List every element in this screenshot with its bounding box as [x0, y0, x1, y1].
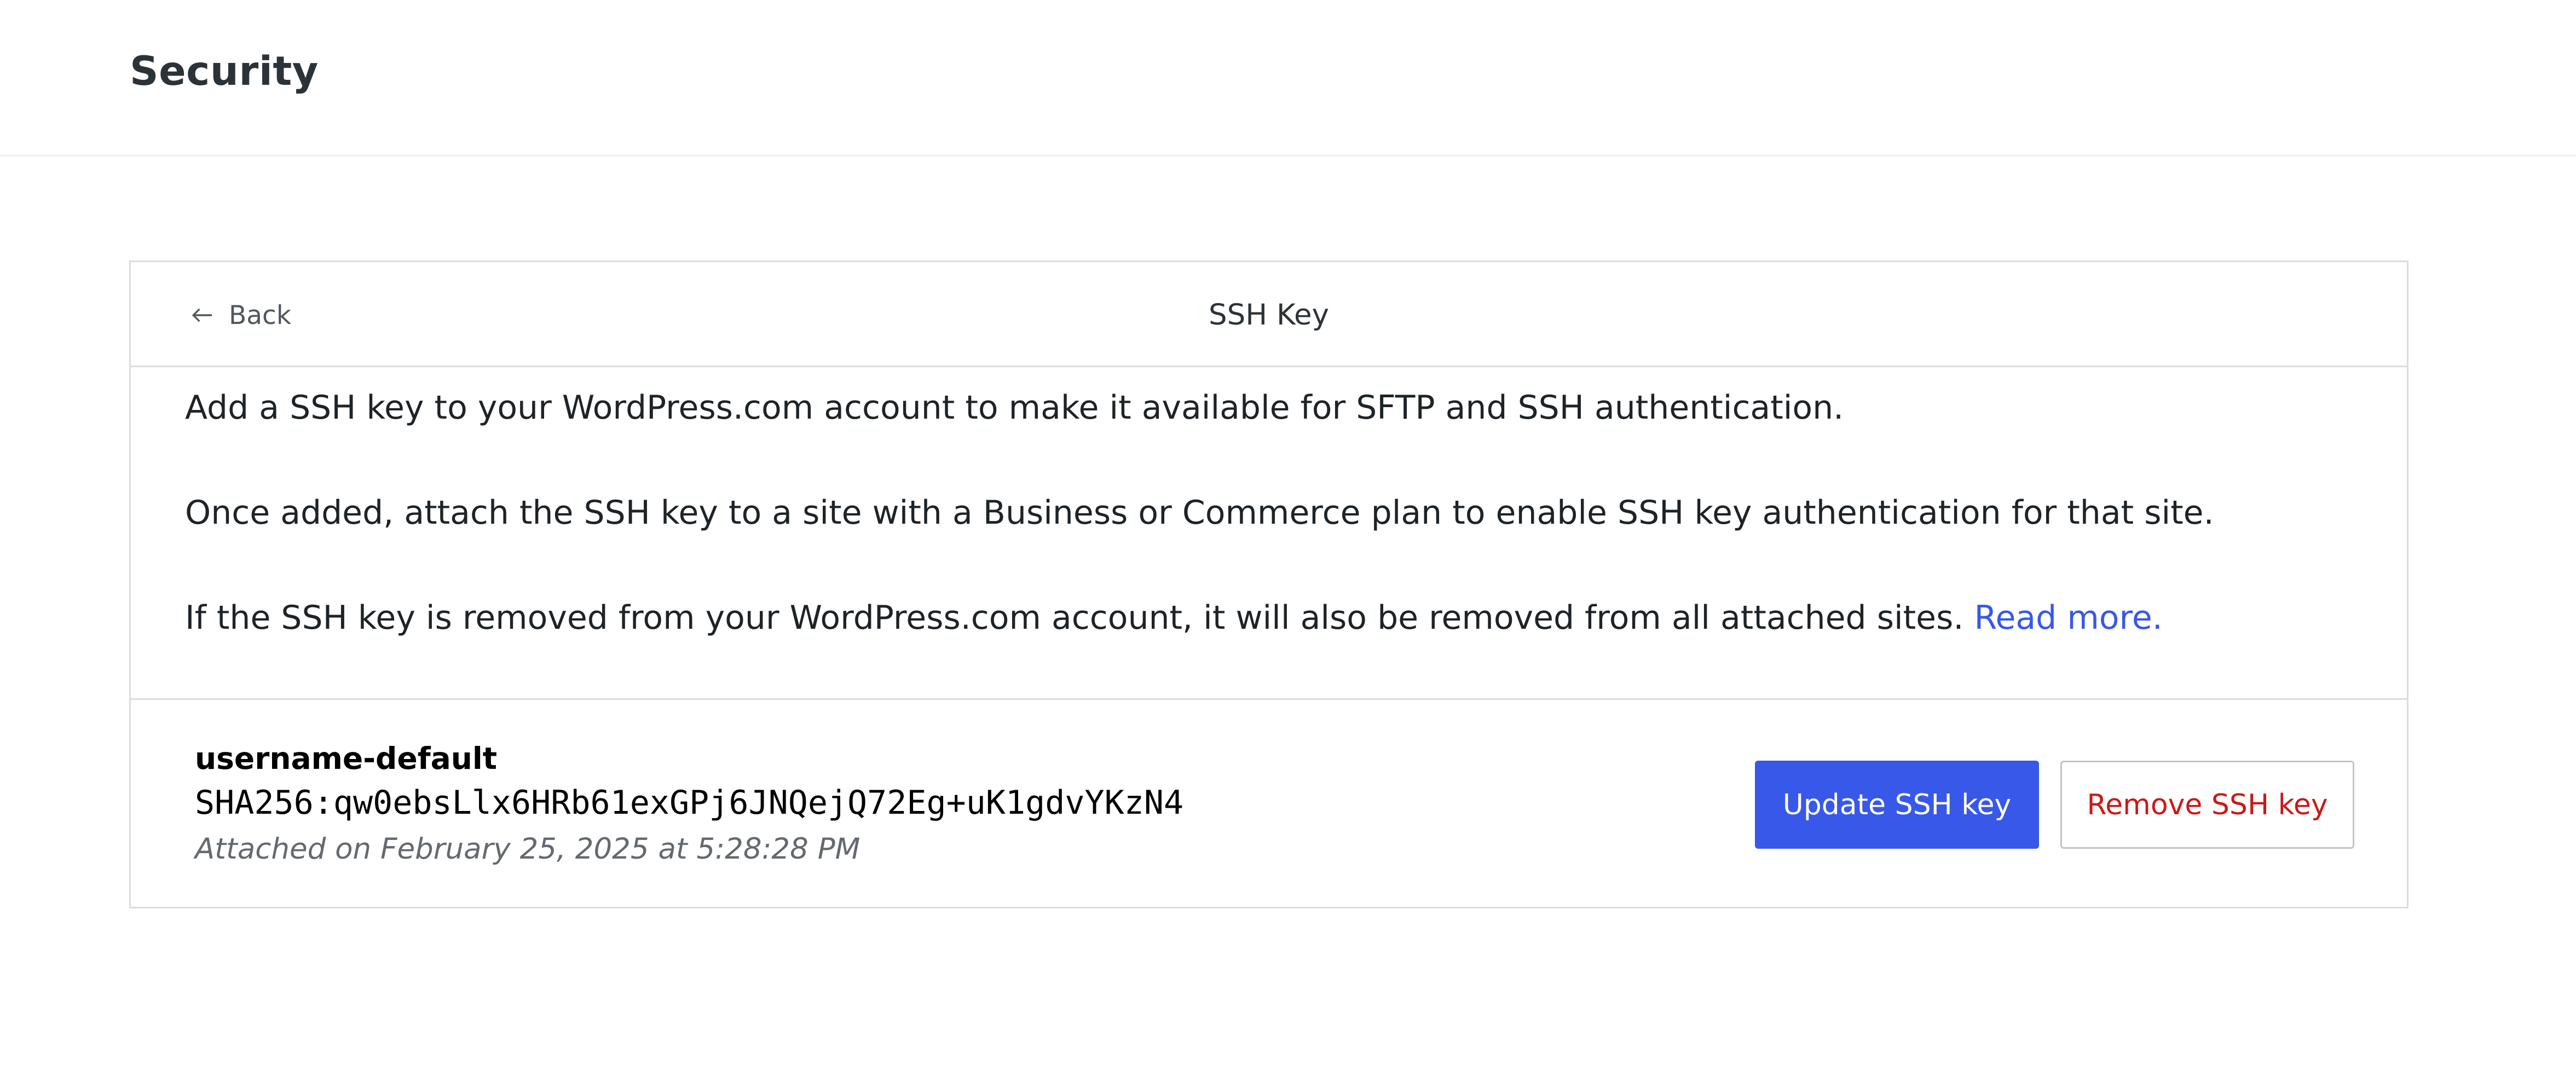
ssh-key-card: Back SSH Key Add a SSH key to your WordP… [129, 260, 2408, 908]
remove-ssh-key-button[interactable]: Remove SSH key [2060, 761, 2354, 849]
read-more-link[interactable]: Read more. [1974, 599, 2162, 637]
card-title: SSH Key [1208, 298, 1330, 332]
ssh-key-row: username-default SHA256:qw0ebsLlx6HRb61e… [131, 700, 2407, 908]
description-paragraph-2: Once added, attach the SSH key to a site… [185, 494, 2214, 532]
description-paragraph-1: Add a SSH key to your WordPress.com acco… [185, 389, 1844, 427]
key-fingerprint: SHA256:qw0ebsLlx6HRb61exGPj6JNQejQ72Eg+u… [195, 784, 1184, 822]
description-paragraph-3: If the SSH key is removed from your Word… [185, 596, 2163, 640]
key-name: username-default [195, 741, 498, 776]
update-ssh-key-button[interactable]: Update SSH key [1755, 761, 2039, 849]
page-header: Security [0, 0, 2576, 157]
key-attached-date: Attached on February 25, 2025 at 5:28:28… [195, 832, 860, 866]
card-header: Back SSH Key [131, 262, 2407, 367]
card-description: Add a SSH key to your WordPress.com acco… [131, 367, 2407, 700]
page-title: Security [130, 48, 319, 95]
description-paragraph-3-text: If the SSH key is removed from your Word… [185, 599, 1964, 637]
